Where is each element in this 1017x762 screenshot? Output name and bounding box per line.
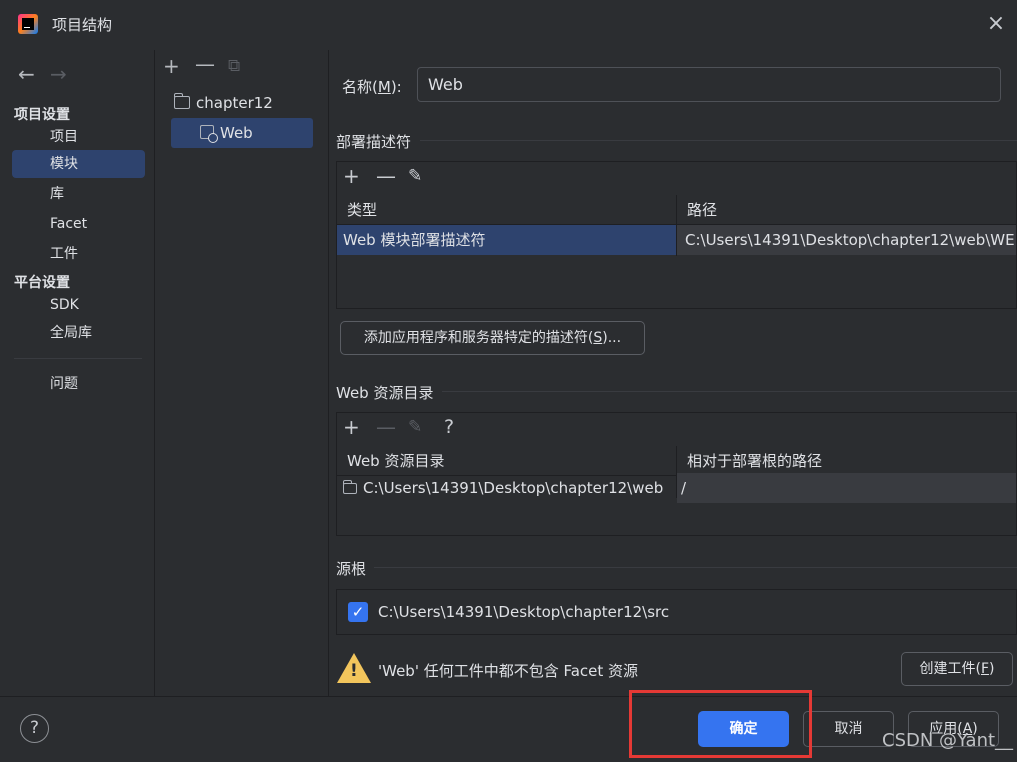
nav-item-global-libraries[interactable]: 全局库 bbox=[12, 319, 145, 347]
source-root-path: C:\Users\14391\Desktop\chapter12\src bbox=[378, 603, 670, 621]
add-server-descriptor-button[interactable]: 添加应用程序和服务器特定的描述符(S)... bbox=[340, 321, 645, 355]
section-divider bbox=[374, 567, 1017, 568]
nav-item-sdk[interactable]: SDK bbox=[12, 291, 145, 319]
tree-node-web[interactable]: Web bbox=[171, 118, 313, 148]
web-facet-icon bbox=[200, 125, 218, 143]
nav-divider bbox=[14, 358, 142, 359]
nav-section-project-settings: 项目设置 bbox=[14, 107, 70, 123]
remove-resource-icon[interactable]: — bbox=[376, 415, 396, 439]
help-circle-icon[interactable]: ? bbox=[20, 714, 49, 743]
warning-message: 'Web' 任何工件中都不包含 Facet 资源 bbox=[378, 662, 639, 680]
watermark: CSDN @Yant__ bbox=[882, 730, 1014, 751]
source-root-checkbox[interactable]: ✓ bbox=[348, 602, 368, 622]
nav-item-problems[interactable]: 问题 bbox=[12, 370, 145, 398]
create-artifact-button[interactable]: 创建工件(F) bbox=[901, 652, 1013, 686]
column-header-web-resource-dir[interactable]: Web 资源目录 bbox=[337, 446, 677, 476]
source-roots-section-title: 源根 bbox=[336, 560, 367, 578]
window-title: 项目结构 bbox=[52, 16, 113, 34]
warning-exclamation: ! bbox=[350, 661, 358, 681]
close-icon[interactable]: × bbox=[984, 12, 1008, 36]
title-bar bbox=[0, 0, 1017, 50]
name-label: 名称(M): bbox=[342, 78, 402, 96]
name-input[interactable]: Web bbox=[417, 67, 1001, 102]
remove-descriptor-icon[interactable]: — bbox=[376, 164, 396, 188]
relative-path-cell[interactable]: / bbox=[677, 473, 1016, 503]
tree-node-label: chapter12 bbox=[196, 94, 273, 112]
nav-item-facets[interactable]: Facet bbox=[12, 210, 145, 238]
web-resources-section-title: Web 资源目录 bbox=[336, 384, 434, 402]
column-header-relative-path[interactable]: 相对于部署根的路径 bbox=[677, 446, 1016, 476]
section-divider bbox=[442, 391, 1017, 392]
tree-node-label: Web bbox=[220, 124, 253, 142]
nav-item-artifacts[interactable]: 工件 bbox=[12, 240, 145, 268]
add-resource-icon[interactable]: + bbox=[343, 415, 360, 439]
section-divider bbox=[420, 140, 1017, 141]
web-resource-dir-cell[interactable]: C:\Users\14391\Desktop\chapter12\web bbox=[337, 473, 676, 503]
copy-icon[interactable]: ⧉ bbox=[228, 56, 240, 76]
cancel-button[interactable]: 取消 bbox=[803, 711, 894, 747]
descriptors-section-title: 部署描述符 bbox=[336, 133, 412, 151]
forward-arrow-icon[interactable]: → bbox=[50, 62, 67, 86]
column-header-path[interactable]: 路径 bbox=[677, 195, 1016, 225]
remove-icon[interactable]: — bbox=[195, 52, 215, 76]
highlight-annotation-box bbox=[629, 690, 812, 758]
tree-node-chapter12[interactable]: chapter12 bbox=[173, 88, 314, 118]
intellij-logo-icon bbox=[18, 14, 38, 34]
folder-icon bbox=[342, 480, 357, 494]
edit-resource-icon[interactable]: ✎ bbox=[408, 417, 422, 437]
nav-item-modules[interactable]: 模块 bbox=[12, 150, 145, 178]
descriptor-type-cell[interactable]: Web 模块部署描述符 bbox=[337, 225, 676, 255]
add-icon[interactable]: + bbox=[163, 54, 180, 78]
add-descriptor-icon[interactable]: + bbox=[343, 164, 360, 188]
module-folder-icon bbox=[173, 93, 190, 109]
help-icon[interactable]: ? bbox=[444, 416, 454, 438]
nav-item-libraries[interactable]: 库 bbox=[12, 180, 145, 208]
column-header-type[interactable]: 类型 bbox=[337, 195, 677, 225]
edit-descriptor-icon[interactable]: ✎ bbox=[408, 166, 422, 186]
descriptor-path-cell[interactable]: C:\Users\14391\Desktop\chapter12\web\WEB bbox=[677, 225, 1016, 255]
back-arrow-icon[interactable]: ← bbox=[18, 62, 35, 86]
nav-section-platform-settings: 平台设置 bbox=[14, 275, 70, 291]
nav-item-project[interactable]: 项目 bbox=[12, 123, 145, 151]
